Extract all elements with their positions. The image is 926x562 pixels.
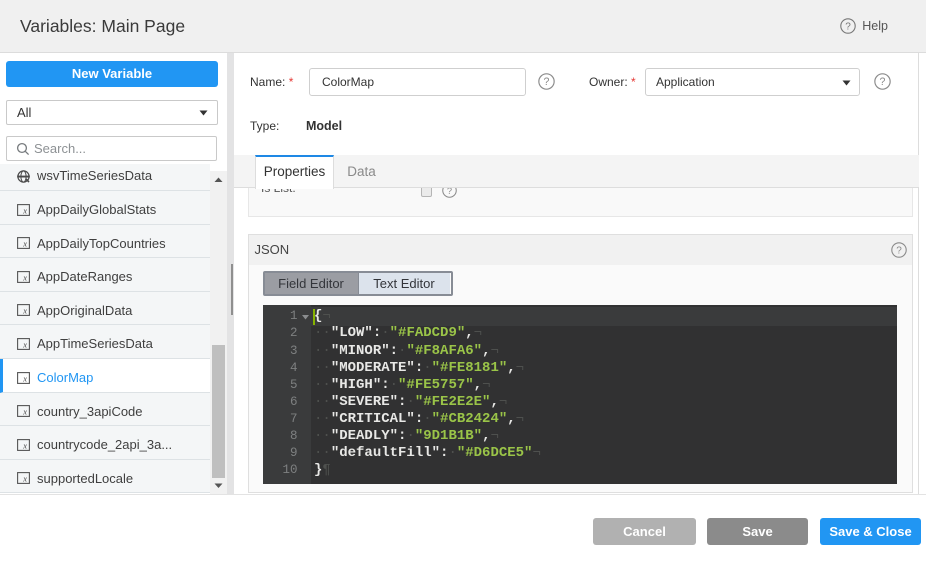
svg-text:?: ?: [846, 22, 852, 33]
svg-text:x: x: [22, 205, 27, 215]
svg-text:?: ?: [880, 76, 886, 88]
svg-text:x: x: [22, 239, 27, 249]
svg-text:x: x: [22, 339, 27, 349]
svg-text:x: x: [22, 474, 27, 484]
svg-text:?: ?: [544, 76, 550, 88]
svg-text:x: x: [22, 373, 27, 383]
svg-text:?: ?: [447, 188, 452, 196]
svg-text:x: x: [22, 407, 27, 417]
svg-text:?: ?: [896, 246, 902, 257]
svg-text:x: x: [22, 440, 27, 450]
svg-text:x: x: [22, 306, 27, 316]
svg-text:x: x: [22, 272, 27, 282]
